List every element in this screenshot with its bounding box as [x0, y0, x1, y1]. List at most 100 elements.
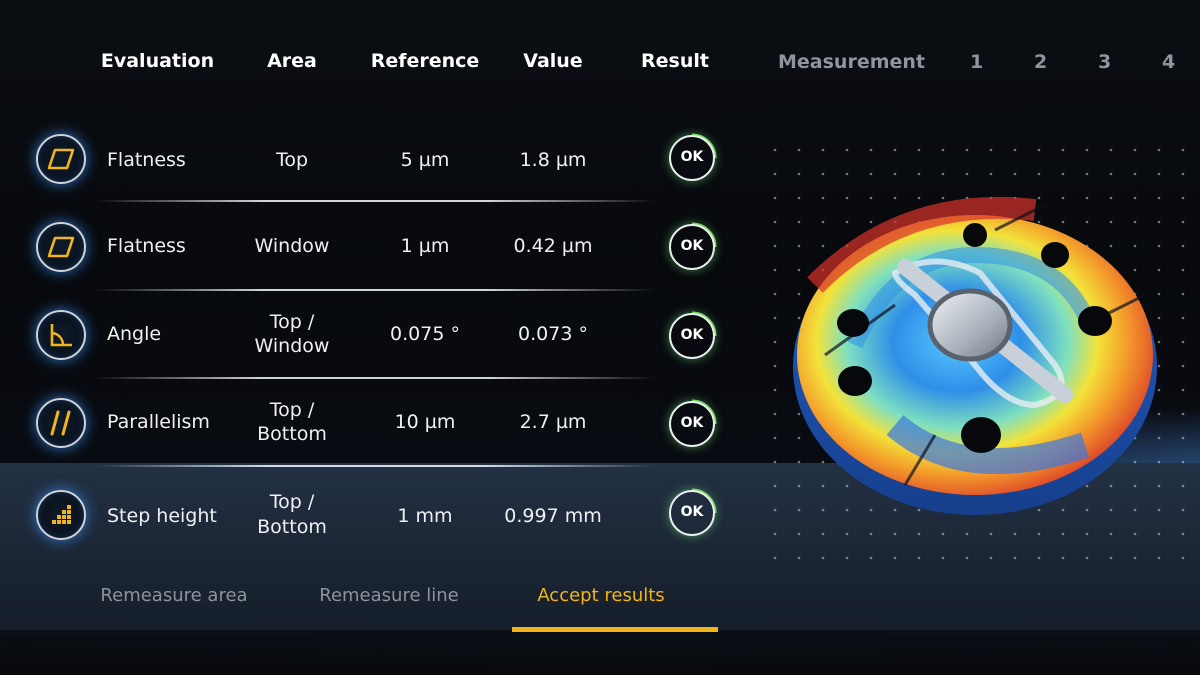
grid-dot — [773, 220, 777, 224]
grid-dot — [1181, 508, 1185, 512]
value-cell: 1.8 µm — [519, 149, 587, 171]
grid-dot — [917, 532, 921, 536]
row-divider — [95, 289, 655, 291]
row-divider — [95, 465, 655, 467]
grid-dot — [773, 292, 777, 296]
table-row[interactable]: Parallelism Top / Bottom 10 µm 2.7 µm OK — [0, 382, 720, 462]
result-ok-badge: OK — [669, 401, 715, 447]
grid-dot — [965, 556, 969, 560]
grid-dot — [1085, 556, 1089, 560]
area-cell: Window — [254, 235, 330, 257]
grid-dot — [773, 460, 777, 464]
grid-dot — [893, 532, 897, 536]
grid-dot — [797, 556, 801, 560]
grid-dot — [1133, 172, 1137, 176]
result-ok-badge: OK — [669, 224, 715, 270]
grid-dot — [1013, 532, 1017, 536]
evaluation-cell: Angle — [107, 323, 162, 345]
grid-dot — [869, 172, 873, 176]
grid-dot — [1181, 532, 1185, 536]
grid-dot — [1061, 172, 1065, 176]
grid-dot — [821, 148, 825, 152]
area-cell-line2: Window — [254, 335, 330, 357]
grid-dot — [773, 148, 777, 152]
grid-dot — [1133, 148, 1137, 152]
area-cell-line1: Top / — [269, 399, 315, 421]
measurement-tab-3[interactable]: 3 — [1098, 51, 1111, 73]
grid-dot — [965, 532, 969, 536]
col-header-result: Result — [641, 50, 709, 72]
grid-dot — [845, 148, 849, 152]
grid-dot — [869, 148, 873, 152]
area-cell-line1: Top / — [269, 491, 315, 513]
grid-dot — [773, 196, 777, 200]
value-cell: 2.7 µm — [519, 411, 587, 433]
grid-dot — [1109, 148, 1113, 152]
grid-dot — [1181, 172, 1185, 176]
bottom-edge — [0, 630, 1200, 675]
remeasure-area-button[interactable]: Remeasure area — [100, 585, 248, 606]
grid-dot — [845, 556, 849, 560]
table-row[interactable]: Angle Top / Window 0.075 ° 0.073 ° OK — [0, 294, 720, 374]
evaluation-cell: Flatness — [107, 235, 186, 257]
grid-dot — [1133, 532, 1137, 536]
grid-dot — [1181, 148, 1185, 152]
grid-dot — [989, 148, 993, 152]
remeasure-line-button[interactable]: Remeasure line — [318, 585, 460, 606]
grid-dot — [773, 412, 777, 416]
area-cell-line2: Bottom — [257, 423, 327, 445]
grid-dot — [1157, 556, 1161, 560]
measurement-tab-4[interactable]: 4 — [1162, 51, 1175, 73]
step-height-icon — [36, 490, 86, 540]
measurement-label: Measurement — [778, 51, 925, 73]
angle-icon — [36, 310, 86, 360]
table-row[interactable]: Flatness Top 5 µm 1.8 µm OK — [0, 118, 720, 198]
grid-dot — [1181, 556, 1185, 560]
grid-dot — [989, 556, 993, 560]
grid-dot — [917, 148, 921, 152]
grid-dot — [1181, 220, 1185, 224]
grid-dot — [1061, 148, 1065, 152]
grid-dot — [773, 268, 777, 272]
grid-dot — [773, 244, 777, 248]
grid-dot — [773, 316, 777, 320]
row-divider — [95, 377, 655, 379]
grid-dot — [821, 556, 825, 560]
row-divider — [95, 200, 655, 202]
grid-dot — [773, 508, 777, 512]
grid-dot — [1037, 148, 1041, 152]
grid-dot — [773, 388, 777, 392]
grid-dot — [773, 364, 777, 368]
flatness-icon — [36, 222, 86, 272]
measurement-tab-2[interactable]: 2 — [1034, 51, 1047, 73]
grid-dot — [1181, 316, 1185, 320]
grid-dot — [1181, 196, 1185, 200]
accept-results-button[interactable]: Accept results — [535, 585, 667, 606]
grid-dot — [797, 148, 801, 152]
table-row[interactable]: Flatness Window 1 µm 0.42 µm OK — [0, 206, 720, 286]
grid-dot — [893, 148, 897, 152]
reference-cell: 5 µm — [400, 149, 450, 171]
grid-dot — [1181, 292, 1185, 296]
area-cell: Top — [275, 149, 309, 171]
grid-dot — [1157, 148, 1161, 152]
measurement-tab-1[interactable]: 1 — [970, 51, 983, 73]
result-ok-badge: OK — [669, 135, 715, 181]
col-header-reference: Reference — [370, 50, 480, 72]
result-ok-badge: OK — [669, 313, 715, 359]
grid-dot — [1013, 556, 1017, 560]
value-cell: 0.073 ° — [518, 323, 588, 345]
grid-dot — [821, 532, 825, 536]
table-row-selected[interactable]: Step height Top / Bottom 1 mm 0.997 mm O… — [0, 474, 720, 554]
grid-dot — [869, 532, 873, 536]
grid-dot — [773, 172, 777, 176]
grid-dot — [893, 172, 897, 176]
grid-dot — [1085, 172, 1089, 176]
grid-dot — [773, 532, 777, 536]
grid-dot — [1061, 532, 1065, 536]
grid-dot — [1181, 460, 1185, 464]
reference-cell: 1 µm — [400, 235, 450, 257]
grid-dot — [893, 556, 897, 560]
grid-dot — [1181, 388, 1185, 392]
grid-dot — [1181, 340, 1185, 344]
